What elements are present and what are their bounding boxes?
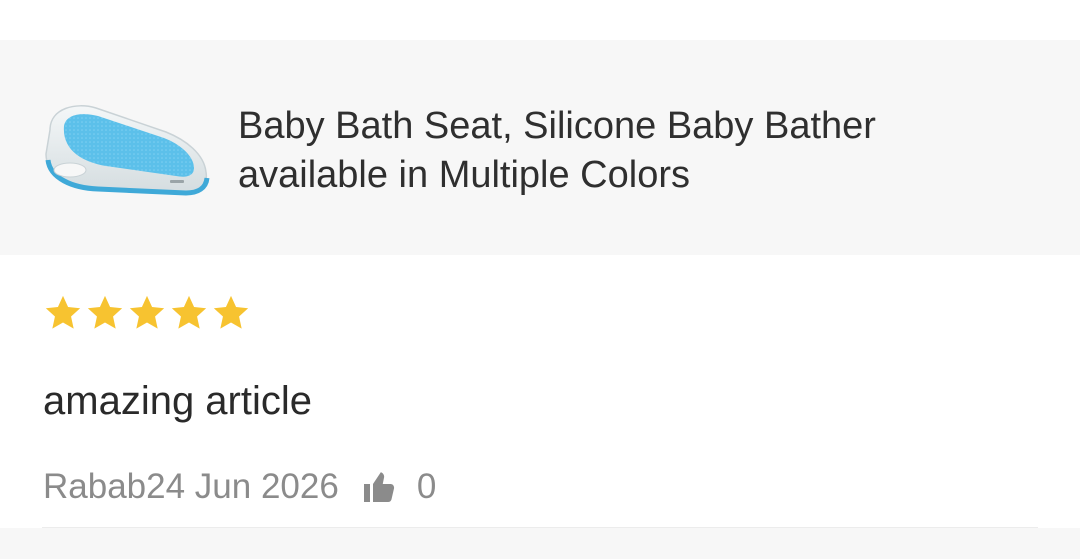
star-rating [42,292,252,336]
thumbs-up-icon [363,472,394,502]
next-card-edge [0,528,1080,559]
product-title[interactable]: Baby Bath Seat, Silicone Baby Bather ava… [238,102,1038,200]
product-title-line-1: Baby Bath Seat, Silicone Baby Bather [238,105,876,147]
star-icon [213,295,249,329]
star-icon [87,295,123,329]
like-count: 0 [416,467,437,506]
review-meta: Rabab24 Jun 2026 0 [43,465,436,509]
star-icon [45,295,81,329]
product-card[interactable]: Baby Bath Seat, Silicone Baby Bather ava… [0,40,1080,255]
review-author-date: Rabab24 Jun 2026 [43,467,339,506]
review-text: amazing article [43,379,313,423]
star-icon [171,295,207,329]
product-image [45,105,210,196]
star-icon [129,295,165,329]
product-title-line-2: available in Multiple Colors [238,154,690,196]
like-button[interactable]: 0 [361,467,436,507]
